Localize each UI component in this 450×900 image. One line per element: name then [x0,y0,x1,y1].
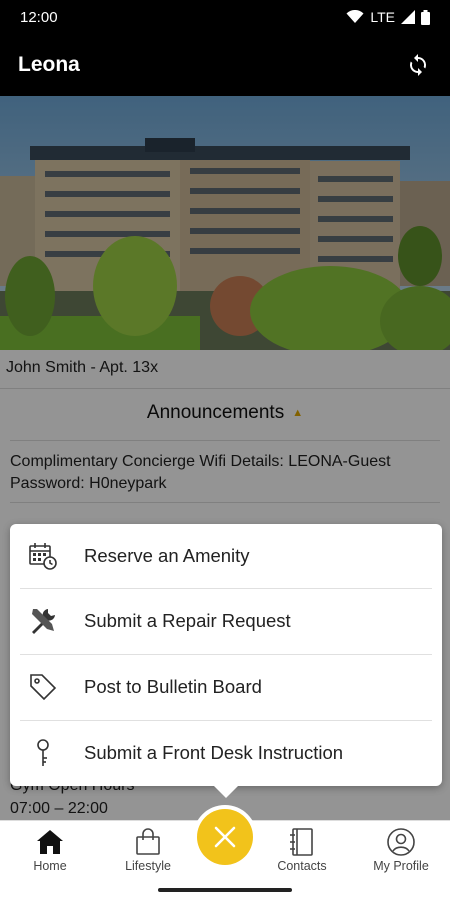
menu-item-label: Reserve an Amenity [84,545,250,566]
gesture-handle[interactable] [158,888,292,892]
nav-item-my-profile[interactable]: My Profile [356,821,446,881]
home-icon [35,827,65,857]
nav-item-lifestyle[interactable]: Lifestyle [103,821,193,881]
nav-label: My Profile [373,859,429,873]
signal-icon [401,10,415,24]
nav-item-home[interactable]: Home [5,821,95,881]
shopping-bag-icon [133,827,163,857]
close-icon [214,826,236,848]
menu-item-label: Submit a Repair Request [84,609,291,631]
menu-pointer [214,786,238,798]
nav-label: Contacts [277,859,327,873]
app-title: Leona [18,53,80,76]
calendar-clock-icon [26,539,60,573]
tag-icon [26,670,60,704]
menu-item-front-desk-instruction[interactable]: Submit a Front Desk Instruction [20,720,432,784]
nav-label: Lifestyle [125,859,171,873]
refresh-button[interactable] [404,51,432,79]
menu-item-label: Submit a Front Desk Instruction [84,741,344,763]
quick-action-menu: Reserve an Amenity Submit a Repair Reque… [10,524,442,786]
profile-icon [386,827,416,857]
status-time: 12:00 [20,8,58,26]
menu-item-bulletin-board[interactable]: Post to Bulletin Board [20,654,432,718]
menu-item-reserve-amenity[interactable]: Reserve an Amenity [20,524,432,588]
key-icon [26,736,60,770]
menu-item-label: Post to Bulletin Board [84,675,262,697]
close-menu-button[interactable] [197,809,253,865]
tools-icon [26,604,60,638]
nav-label: Home [33,859,67,873]
wifi-icon [346,10,364,23]
refresh-icon [409,54,427,76]
nav-item-contacts[interactable]: Contacts [257,821,347,881]
network-type: LTE [370,9,395,25]
battery-icon [421,9,430,25]
app-bar: Leona [0,34,450,96]
menu-item-repair-request[interactable]: Submit a Repair Request [20,588,432,652]
status-bar: 12:00 LTE [0,0,450,34]
contacts-book-icon [287,827,317,857]
